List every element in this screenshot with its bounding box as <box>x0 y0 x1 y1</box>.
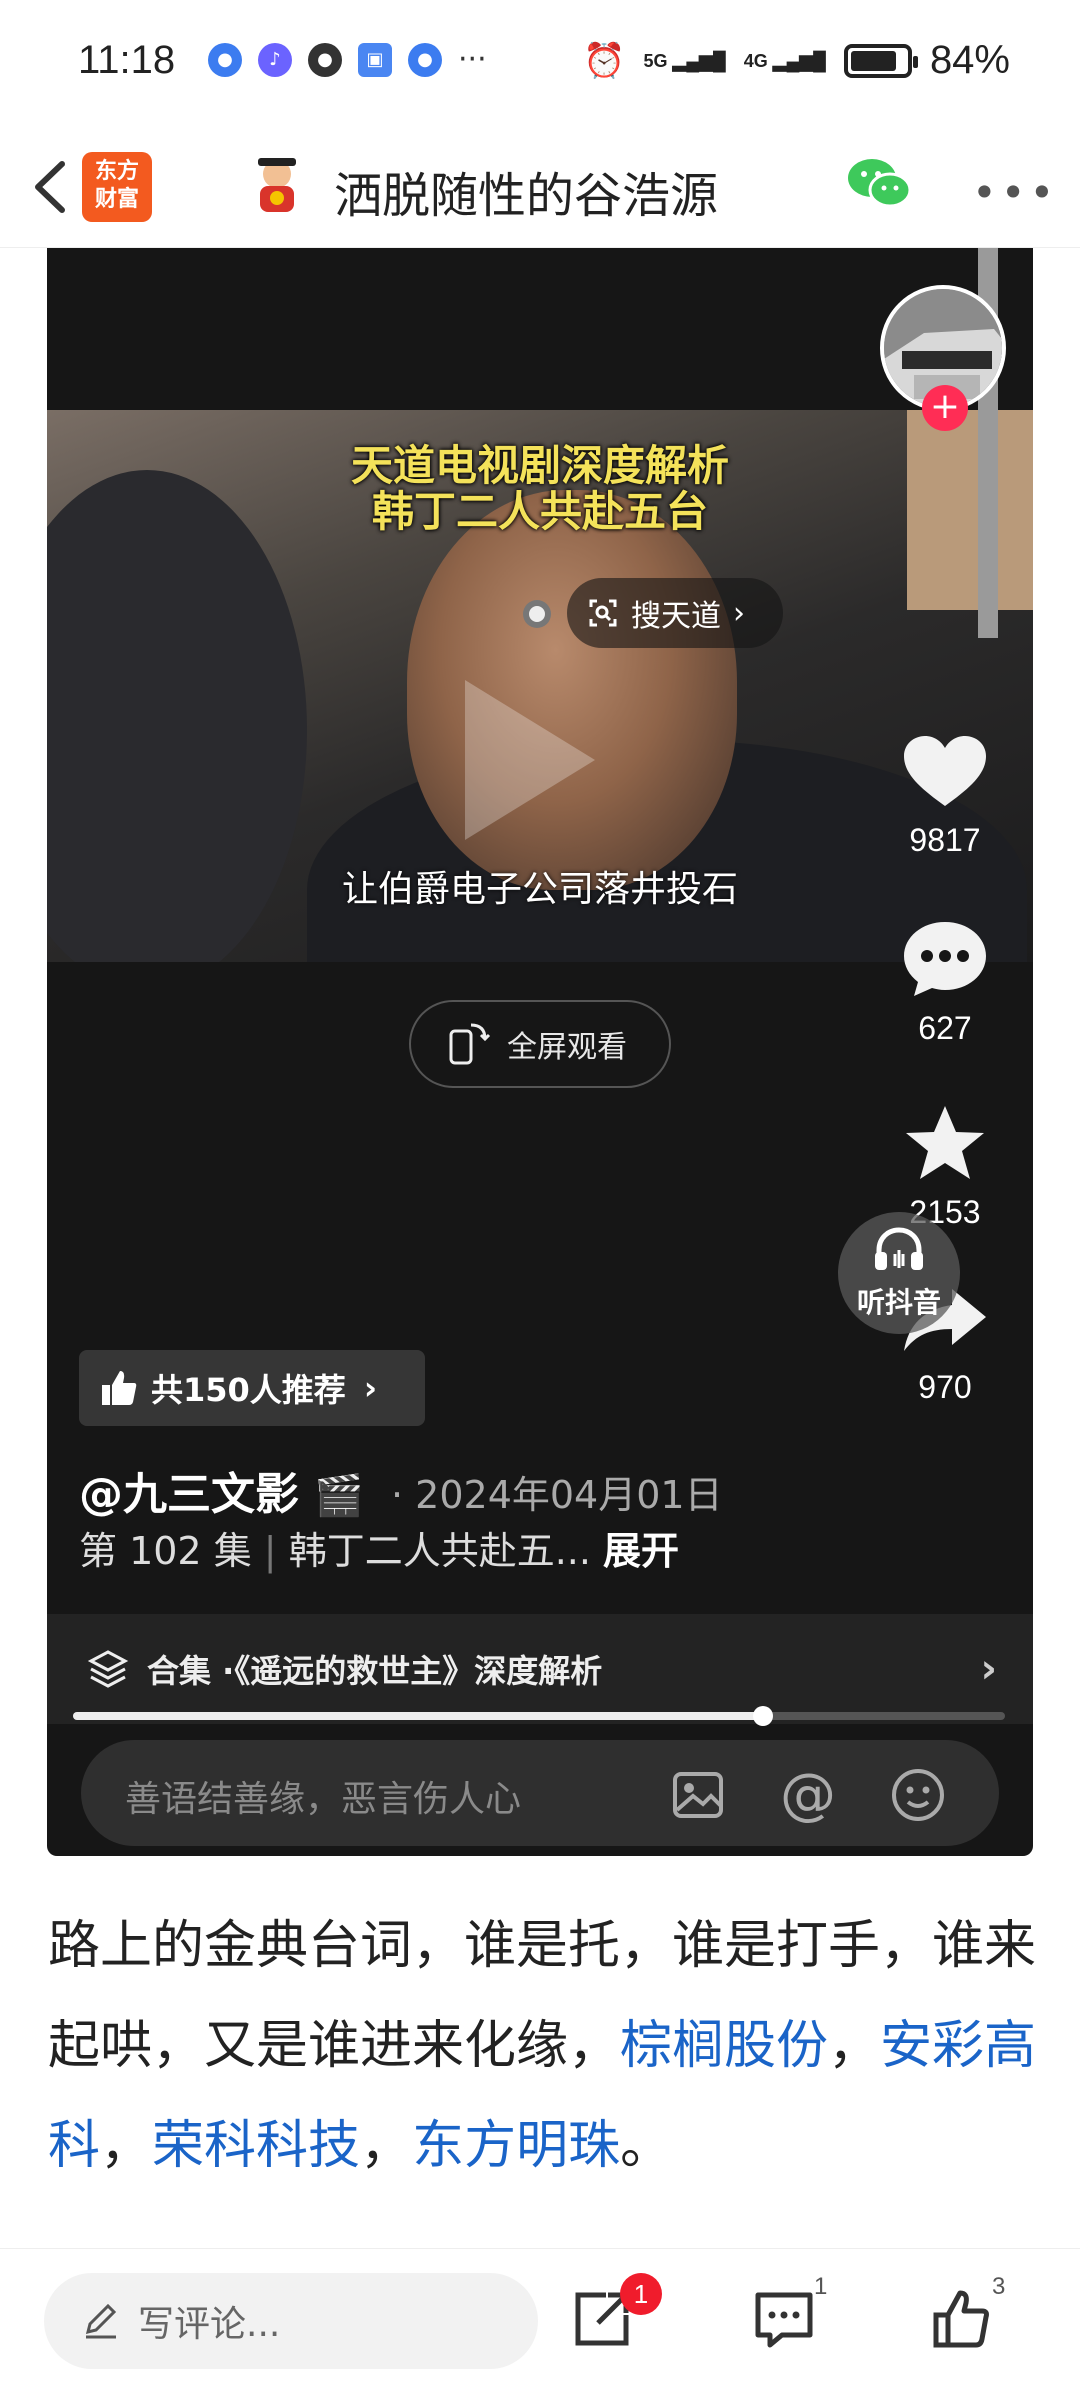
status-right: ⏰ 5G ▂▄▆█ 4G ▂▄▆█ 84% <box>583 38 1010 83</box>
comment-input[interactable]: 善语结善缘，恶言伤人心 @ <box>81 1740 999 1846</box>
app-icon: ▣ <box>358 42 392 77</box>
image-icon[interactable] <box>669 1766 727 1824</box>
video-description: 第 102 集 | 韩丁二人共赴五... 展开 <box>79 1529 680 1573</box>
like-thumb-icon[interactable] <box>930 2287 994 2351</box>
author-avatar-icon <box>258 158 296 212</box>
top-nav: 东方 财富 洒脱随性的谷浩源 ••• <box>0 130 1080 248</box>
expand-link[interactable]: 展开 <box>603 1529 679 1573</box>
headphones-icon <box>875 1227 923 1270</box>
stock-link[interactable]: 荣科科技 <box>152 2116 360 2176</box>
video-title-line2: 韩丁二人共赴五台 <box>371 487 708 536</box>
app-notification-icon: ● <box>408 42 442 77</box>
article-body: 路上的金典台词，谁是托，谁是打手，谁来起哄，又是谁进来化缘，棕榈股份，安彩高科，… <box>48 1916 1037 2176</box>
like-count: 3 <box>992 2273 1006 2300</box>
status-bar: 11:18 ● ♪ ● ▣ ● ··· ⏰ 5G ▂▄▆█ 4G ▂▄▆█ 84… <box>0 0 1080 130</box>
chevron-right-icon: › <box>733 595 745 631</box>
search-marker-dot <box>523 600 551 628</box>
app-notification-icon: ● <box>208 42 242 77</box>
back-arrow-icon[interactable] <box>22 152 82 222</box>
video-date: · 2024年04月01日 <box>391 1473 723 1517</box>
clapperboard-icon: 🎬 <box>314 1473 365 1519</box>
write-comment-input[interactable]: 写评论... <box>44 2273 538 2369</box>
stock-link[interactable]: 东方明珠 <box>412 2116 620 2176</box>
signal-4g: 4G ▂▄▆█ <box>743 50 826 71</box>
comment-icon[interactable] <box>752 2287 816 2351</box>
thumbs-up-icon <box>102 1371 137 1405</box>
layers-icon <box>87 1650 129 1688</box>
video-author[interactable]: @九三文影 🎬 <box>79 1458 364 1522</box>
share-badge: 1 <box>620 2273 662 2315</box>
search-tag-button[interactable]: 搜天道 › <box>567 578 783 648</box>
alarm-icon: ⏰ <box>583 41 626 80</box>
rotate-phone-icon <box>449 1023 491 1065</box>
music-icon: ♪ <box>258 42 292 77</box>
stock-link[interactable]: 棕榈股份 <box>620 2016 828 2076</box>
battery-icon <box>843 43 918 78</box>
app-logo[interactable]: 东方 财富 <box>82 152 152 222</box>
collection-bar[interactable]: 合集 ·《遥远的救世主》深度解析 › <box>47 1614 1033 1724</box>
video-progress-bar[interactable] <box>73 1706 1005 1726</box>
emoji-icon[interactable] <box>889 1766 947 1824</box>
video-card[interactable]: 天道电视剧深度解析 韩丁二人共赴五台 搜天道 › 让伯爵电子公司落井投石 全屏观… <box>47 248 1033 1856</box>
comment-count: 1 <box>814 2273 828 2300</box>
like-action[interactable]: 9817 <box>860 732 1030 859</box>
wechat-share-icon[interactable] <box>846 154 912 214</box>
pencil-icon <box>85 2303 117 2339</box>
page-title: 洒脱随性的谷浩源 <box>334 168 719 224</box>
comment-bubble-icon <box>904 922 986 996</box>
fullscreen-button[interactable]: 全屏观看 <box>409 1000 671 1088</box>
bottom-action-bar: 写评论... 1 1 3 <box>0 2248 1080 2388</box>
comment-action[interactable]: 627 <box>860 918 1030 1047</box>
recommend-button[interactable]: 共150人推荐 › <box>79 1350 425 1426</box>
video-subtitle: 让伯爵电子公司落井投石 <box>341 869 738 910</box>
status-time: 11:18 <box>78 38 176 82</box>
progress-handle[interactable] <box>752 1706 773 1726</box>
star-icon <box>906 1106 984 1179</box>
more-notifications-icon: ··· <box>458 42 487 77</box>
signal-5g: 5G ▂▄▆█ <box>643 50 726 71</box>
more-options-icon[interactable]: ••• <box>972 168 1058 217</box>
chevron-right-icon: › <box>980 1646 997 1692</box>
chat-bubble-icon: ● <box>308 42 342 77</box>
mention-icon[interactable]: @ <box>779 1766 837 1824</box>
follow-plus-button[interactable]: + <box>922 385 968 431</box>
scan-search-icon <box>589 599 617 627</box>
listen-douyin-button[interactable]: 听抖音 <box>838 1212 960 1334</box>
chevron-right-icon: › <box>363 1369 377 1407</box>
heart-icon <box>904 736 986 806</box>
favorite-action[interactable]: 2153 <box>860 1102 1030 1231</box>
play-icon[interactable] <box>465 680 595 840</box>
notification-icons: ● ♪ ● ▣ ● ··· <box>208 42 487 77</box>
battery-percent: 84% <box>929 38 1010 82</box>
